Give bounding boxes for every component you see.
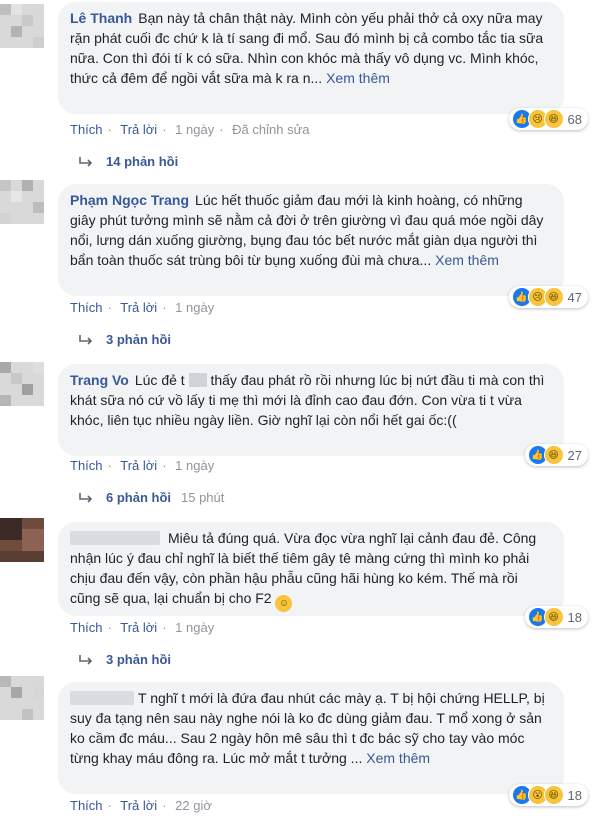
laugh-face-icon: 😆 [543, 607, 564, 627]
edited-label: Đã chỉnh sửa [232, 122, 310, 137]
replies-link[interactable]: 3 phản hồi [78, 652, 171, 667]
comment-author[interactable] [70, 691, 134, 705]
replies-count[interactable]: 3 phản hồi [106, 332, 171, 347]
reply-arrow-icon [79, 654, 93, 665]
comment-time[interactable]: 1 ngày [175, 620, 214, 635]
comment-bubble: Miêu tả đúng quá. Vừa đọc vừa nghĩ lại c… [58, 522, 564, 616]
comment-time[interactable]: 1 ngày [175, 458, 214, 473]
comment-bubble: Phạm Ngọc Trang Lúc hết thuốc giảm đau mớ… [58, 184, 564, 296]
reply-link[interactable]: Trả lời [120, 122, 157, 137]
replies-link[interactable]: 6 phản hồi 15 phút [78, 490, 224, 505]
laugh-face-icon: 😆 [543, 109, 564, 129]
reply-link[interactable]: Trả lời [120, 300, 157, 315]
reply-link[interactable]: Trả lời [120, 798, 157, 813]
reply-arrow-icon [79, 492, 93, 503]
replies-count[interactable]: 14 phản hồi [106, 154, 178, 169]
comment-actions: Thích · Trả lời · 22 giờ [70, 798, 212, 813]
avatar[interactable] [0, 362, 44, 406]
comment-actions: Thích · Trả lời · 1 ngày [70, 620, 215, 635]
comment-text: Bạn này tả chân thật này. Mình còn yếu p… [70, 10, 544, 86]
reaction-count: 18 [567, 609, 582, 625]
comment-time[interactable]: 1 ngày [175, 300, 214, 315]
like-link[interactable]: Thích [70, 122, 103, 137]
like-link[interactable]: Thích [70, 458, 103, 473]
reply-link[interactable]: Trả lời [120, 458, 157, 473]
reaction-count: 47 [567, 289, 582, 305]
comment-time[interactable]: 22 giờ [175, 798, 212, 813]
like-link[interactable]: Thích [70, 798, 103, 813]
see-more-link[interactable]: Xem thêm [326, 70, 390, 86]
reply-arrow-icon [79, 156, 93, 167]
see-more-link[interactable]: Xem thêm [435, 252, 499, 268]
comment-actions: Thích · Trả lời · 1 ngày [70, 458, 215, 473]
comment-author[interactable]: Phạm Ngọc Trang [70, 192, 189, 208]
comment-bubble: T nghĩ t mới là đứa đau nhút các mày ạ. … [58, 682, 564, 794]
laugh-face-icon: 😆 [543, 785, 564, 805]
replies-count[interactable]: 3 phản hồi [106, 652, 171, 667]
laugh-face-icon: 😆 [543, 445, 564, 465]
avatar[interactable] [0, 4, 44, 48]
comment-actions: Thích · Trả lời · 1 ngày [70, 300, 215, 315]
replies-link[interactable]: 3 phản hồi [78, 332, 171, 347]
comment-author[interactable]: Lê Thanh [70, 10, 132, 26]
avatar[interactable] [0, 676, 44, 720]
reaction-count: 18 [567, 787, 582, 803]
reply-arrow-icon [79, 334, 93, 345]
avatar[interactable] [0, 180, 44, 224]
replies-count[interactable]: 6 phản hồi [106, 490, 171, 505]
like-link[interactable]: Thích [70, 620, 103, 635]
comment-actions: Thích · Trả lời · 1 ngày · Đã chỉnh sửa [70, 122, 310, 137]
comment-author[interactable] [70, 531, 160, 545]
reaction-summary[interactable]: 👍 😆 27 [524, 444, 588, 466]
censored-word [188, 373, 207, 387]
reaction-count: 68 [567, 111, 582, 127]
see-more-link[interactable]: Xem thêm [366, 750, 430, 766]
reaction-summary[interactable]: 👍 😆 18 [524, 606, 588, 628]
reaction-summary[interactable]: 👍 😢 😆 68 [508, 108, 588, 130]
comment-time[interactable]: 1 ngày [175, 122, 214, 137]
reply-link[interactable]: Trả lời [120, 620, 157, 635]
laugh-face-icon: 😆 [543, 287, 564, 307]
comment-author[interactable]: Trang Vo [70, 372, 129, 388]
reaction-summary[interactable]: 👍 😢 😆 47 [508, 286, 588, 308]
smile-emoji-icon: ☺ [275, 595, 293, 612]
comment-text: Lúc đẻ t [134, 372, 185, 388]
comment-text: T nghĩ t mới là đứa đau nhút các mày ạ. … [70, 690, 545, 766]
reaction-count: 27 [567, 447, 582, 463]
like-link[interactable]: Thích [70, 300, 103, 315]
avatar[interactable] [0, 518, 44, 562]
comment-bubble: Trang Vo Lúc đẻ t thấy đau phát rồ rồi nh… [58, 364, 564, 456]
reaction-summary[interactable]: 👍 😮 😆 18 [508, 784, 588, 806]
replies-link[interactable]: 14 phản hồi [78, 154, 178, 169]
comment-bubble: Lê Thanh Bạn này tả chân thật này. Mình c… [58, 2, 564, 114]
replies-time: 15 phút [181, 490, 225, 505]
